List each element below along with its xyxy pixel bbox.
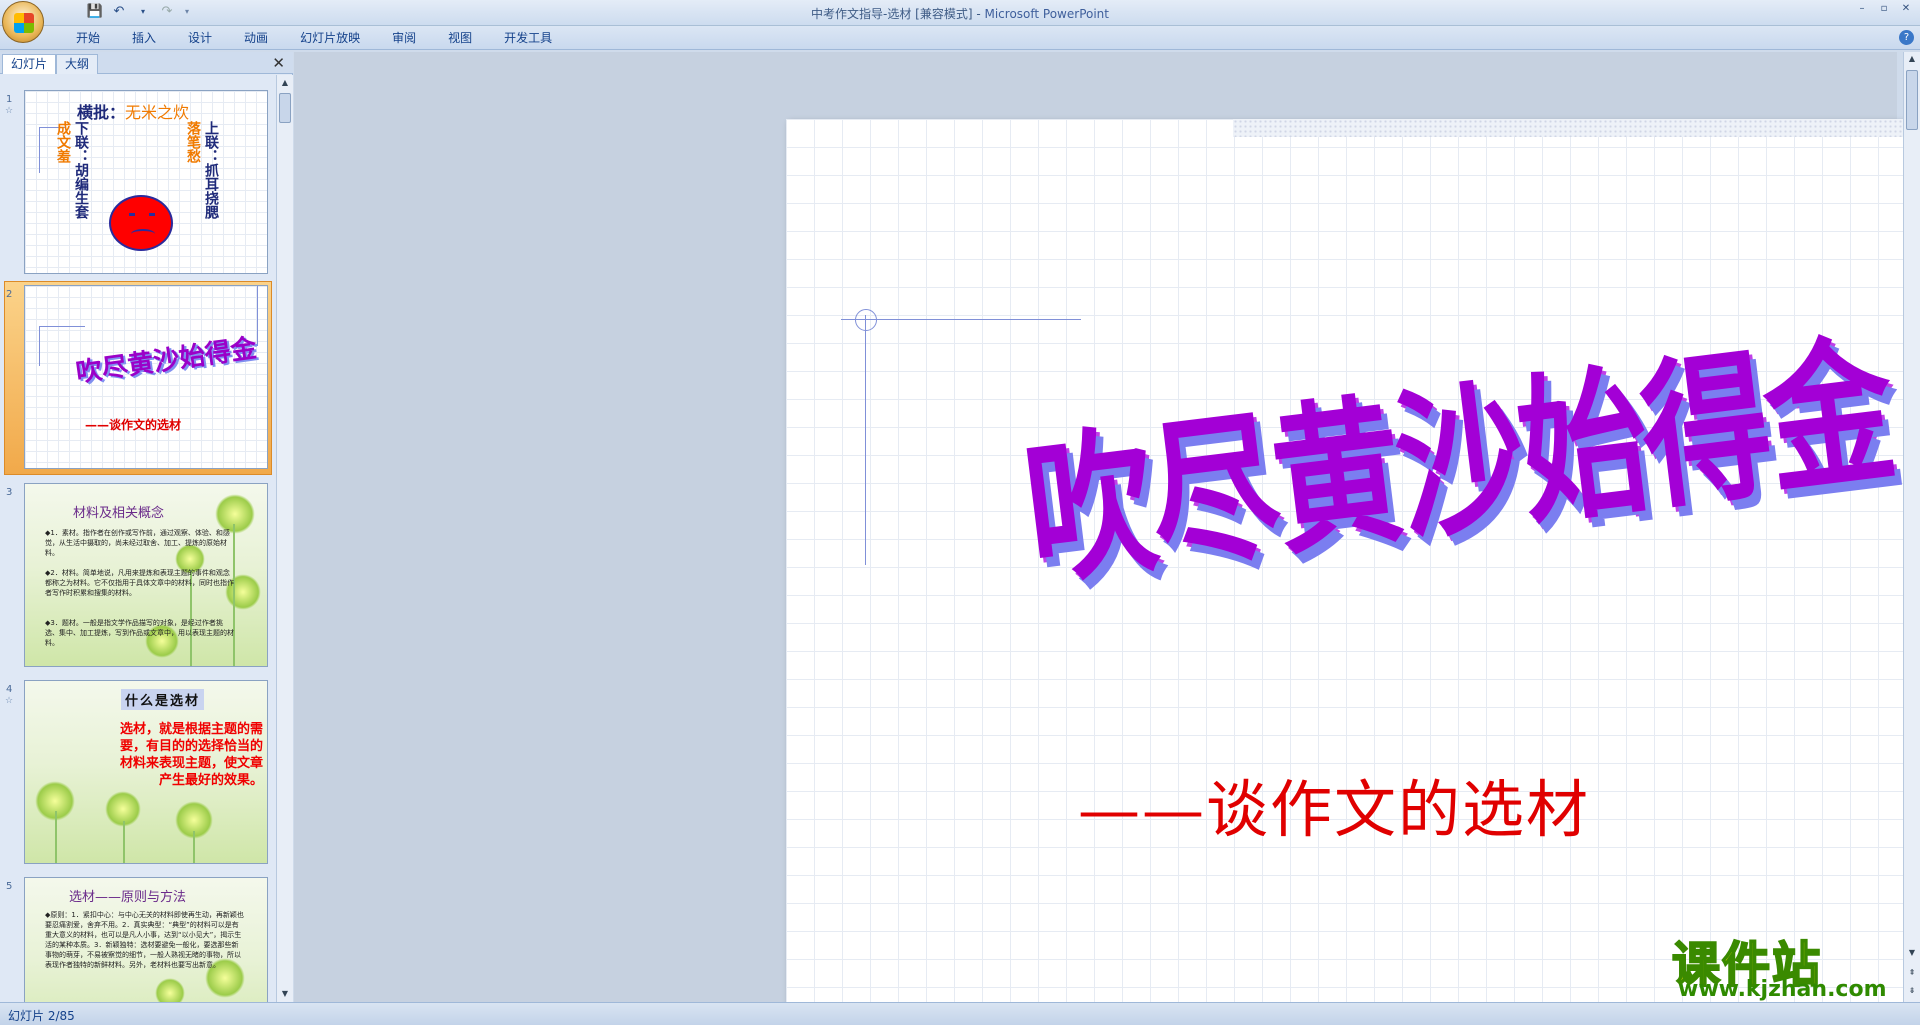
thumb-title: 选材——原则与方法 xyxy=(69,890,187,905)
slide-number: 4 xyxy=(6,684,13,695)
office-button[interactable] xyxy=(2,1,44,43)
status-bar: 幻灯片 2/85 xyxy=(0,1002,1920,1025)
thumbnail-list: 1 ☆ 横批：无米之炊 下联：胡编生套 成文羞 上联：抓耳挠腮 落笔愁 2 吹尽… xyxy=(0,75,275,1002)
minimize-icon[interactable]: – xyxy=(1852,2,1872,16)
editor-scrollbar[interactable]: ▲ ▼ ⇞ ⇟ xyxy=(1903,52,1920,1002)
thumb-text: 成文羞 xyxy=(55,121,71,163)
window-title: 中考作文指导-选材 [兼容模式] - Microsoft PowerPoint xyxy=(811,7,1109,21)
maximize-icon[interactable]: ▫ xyxy=(1874,2,1894,16)
tab-slides[interactable]: 幻灯片 xyxy=(2,54,57,74)
slide-number: 3 xyxy=(6,487,13,498)
thumb-text: ◆1．素材。指作者在创作或写作前，通过观察、体验、和感觉，从生活中摄取的，尚未经… xyxy=(45,529,230,557)
slide-thumbnail[interactable]: 吹尽黄沙始得金 ——谈作文的选材 xyxy=(24,285,268,469)
scroll-up-icon[interactable]: ▲ xyxy=(277,75,293,91)
ribbon-tab[interactable]: 开始 xyxy=(60,29,116,47)
thumb-title: 什么是选材 xyxy=(121,689,205,710)
slide-counter: 幻灯片 2/85 xyxy=(8,1009,75,1023)
thumb-text: 上联：抓耳挠腮 xyxy=(203,121,219,219)
slide-editor: 吹尽黄沙始得金 ——谈作文的选材 xyxy=(294,52,1920,1025)
scroll-thumb[interactable] xyxy=(1906,70,1918,130)
help-icon[interactable]: ? xyxy=(1899,30,1914,45)
ribbon-tab[interactable]: 视图 xyxy=(432,29,488,47)
thumb-subtitle: ——谈作文的选材 xyxy=(85,418,182,432)
thumb-text: ◆2．材料。简单地说，凡用来提炼和表现主题的事件和观念都称之为材料。它不仅指用于… xyxy=(45,569,234,597)
close-panel-icon[interactable]: ✕ xyxy=(272,54,285,72)
ribbon-tab[interactable]: 插入 xyxy=(116,29,172,47)
slide-number: 1 xyxy=(6,94,13,105)
close-icon[interactable]: ✕ xyxy=(1896,2,1916,16)
guide-line xyxy=(865,315,866,565)
office-logo-icon xyxy=(14,13,34,33)
guide-line xyxy=(841,319,1081,320)
ribbon-tab[interactable]: 动画 xyxy=(228,29,284,47)
slide-thumbnail[interactable]: 选材——原则与方法 ◆原则：1．紧扣中心：与中心无关的材料即使再生动，再新颖也要… xyxy=(24,877,268,1002)
slide-thumbnail[interactable]: 材料及相关概念 ◆1．素材。指作者在创作或写作前，通过观察、体验、和感觉，从生活… xyxy=(24,483,268,667)
scroll-thumb[interactable] xyxy=(279,93,291,123)
title-bar: 💾 ↶ ▾ ↷ ▾ 中考作文指导-选材 [兼容模式] - Microsoft P… xyxy=(0,0,1920,26)
thumb-title: 吹尽黄沙始得金 xyxy=(74,333,259,389)
thumb-title: 材料及相关概念 xyxy=(73,506,165,521)
slide-subtitle[interactable]: ——谈作文的选材 xyxy=(1078,759,1590,849)
animation-star-icon: ☆ xyxy=(5,696,14,706)
site-watermark: 课件站 www.kjzhan.com xyxy=(1668,925,1898,1003)
next-slide-icon[interactable]: ⇟ xyxy=(1904,984,1920,998)
thumb-text: 落笔愁 xyxy=(185,121,201,163)
window-controls: – ▫ ✕ xyxy=(1852,2,1916,16)
sad-face-icon xyxy=(109,195,173,251)
thumb-text: ◆原则：1．紧扣中心：与中心无关的材料即使再生动，再新颖也要忍痛割爱，舍弃不用。… xyxy=(45,911,244,969)
current-slide[interactable]: 吹尽黄沙始得金 ——谈作文的选材 xyxy=(786,119,1920,1025)
panel-tabs: 幻灯片 大纲 ✕ xyxy=(0,52,293,74)
scroll-down-icon[interactable]: ▼ xyxy=(1904,946,1920,960)
thumb-title: 横批：无米之炊 xyxy=(77,103,190,122)
thumb-text: 选材，就是根据主题的需要，有目的的选择恰当的材料来表现主题，使文章产生最好的效果… xyxy=(119,722,263,788)
animation-star-icon: ☆ xyxy=(5,106,14,116)
slide-thumbnail[interactable]: 横批：无米之炊 下联：胡编生套 成文羞 上联：抓耳挠腮 落笔愁 xyxy=(24,90,268,274)
dotted-band xyxy=(1233,119,1920,137)
thumb-text: ◆3．题材。一般是指文学作品描写的对象，是经过作者挑选、集中、加工提炼，写到作品… xyxy=(45,619,234,647)
slides-panel: 幻灯片 大纲 ✕ 1 ☆ 横批：无米之炊 下联：胡编生套 成文羞 上联：抓耳挠腮… xyxy=(0,52,293,1002)
ribbon-tab[interactable]: 幻灯片放映 xyxy=(284,29,376,47)
ribbon-tab[interactable]: 审阅 xyxy=(376,29,432,47)
slide-thumbnail[interactable]: 什么是选材 选材，就是根据主题的需要，有目的的选择恰当的材料来表现主题，使文章产… xyxy=(24,680,268,864)
scroll-down-icon[interactable]: ▼ xyxy=(277,986,293,1002)
previous-slide-icon[interactable]: ⇞ xyxy=(1904,966,1920,980)
guide-circle xyxy=(855,309,877,331)
slide-title[interactable]: 吹尽黄沙始得金 xyxy=(1012,281,1902,616)
ribbon-tab[interactable]: 设计 xyxy=(172,29,228,47)
ribbon-tab[interactable]: 开发工具 xyxy=(488,29,568,47)
panel-scrollbar[interactable]: ▲ ▼ xyxy=(276,75,293,1002)
slide-number: 2 xyxy=(6,289,13,300)
tab-outline[interactable]: 大纲 xyxy=(56,54,99,74)
slide-number: 5 xyxy=(6,881,13,892)
watermark-url: www.kjzhan.com xyxy=(1678,977,1887,1002)
thumb-text: 下联：胡编生套 xyxy=(73,121,89,219)
scroll-up-icon[interactable]: ▲ xyxy=(1904,52,1920,66)
ribbon-tabs: 开始 插入 设计 动画 幻灯片放映 审阅 视图 开发工具 ? xyxy=(0,26,1920,50)
